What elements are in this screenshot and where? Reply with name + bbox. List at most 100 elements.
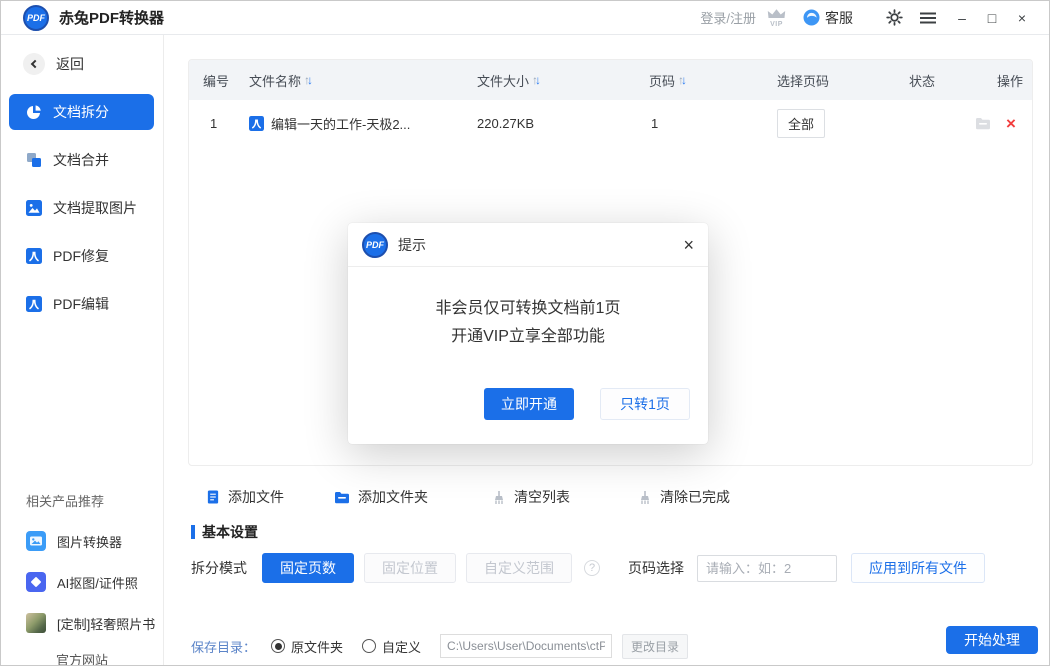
add-folder-button[interactable]: 添加文件夹 <box>334 487 428 507</box>
product-image-converter[interactable]: 图片转换器 <box>26 531 163 551</box>
photo-book-icon <box>26 613 46 633</box>
radio-original-folder[interactable]: 原文件夹 <box>271 637 343 656</box>
column-header-pages[interactable]: 页码 ↑↓ <box>649 71 777 90</box>
add-file-button[interactable]: 添加文件 <box>206 487 284 507</box>
apply-to-all-button[interactable]: 应用到所有文件 <box>851 553 985 583</box>
basic-settings-header: 基本设置 <box>191 522 258 542</box>
minimize-button[interactable]: – <box>947 3 977 33</box>
add-folder-label: 添加文件夹 <box>358 487 428 507</box>
radio-unchecked-icon <box>362 639 376 653</box>
login-register-link[interactable]: 登录/注册 <box>700 8 756 27</box>
row-pages: 1 <box>649 116 777 131</box>
official-site-link[interactable]: 官方网站 <box>1 650 163 666</box>
crown-icon <box>766 8 787 20</box>
table-row: 1 编辑一天的工作-天极2... 220.27KB 1 全部 <box>189 100 1032 146</box>
help-icon[interactable]: ? <box>584 560 600 576</box>
dialog-message-line2: 开通VIP立享全部功能 <box>348 323 708 351</box>
sidebar-item-label: PDF编辑 <box>53 294 109 314</box>
page-number-input[interactable] <box>697 555 837 582</box>
add-file-label: 添加文件 <box>228 487 284 507</box>
sidebar-item-label: 文档合并 <box>53 150 109 170</box>
avatar-icon <box>803 9 820 26</box>
broom-icon <box>492 490 506 505</box>
row-filename: 编辑一天的工作-天极2... <box>249 114 477 133</box>
sort-icon[interactable]: ↑↓ <box>304 74 313 86</box>
file-toolbar: 添加文件 添加文件夹 清空列表 <box>206 487 730 507</box>
save-directory-row: 保存目录： 原文件夹 自定义 更改目录 <box>191 633 688 659</box>
related-products-header: 相关产品推荐 <box>26 491 163 510</box>
column-header-actions: 操作 <box>997 71 1032 90</box>
column-header-page-select: 选择页码 <box>777 71 909 90</box>
clear-finished-button[interactable]: 清除已完成 <box>638 487 730 507</box>
sidebar-item-label: PDF修复 <box>53 246 109 266</box>
convert-one-page-button[interactable]: 只转1页 <box>600 388 690 420</box>
vip-label: VIP <box>770 21 783 28</box>
dialog-header: PDF 提示 × <box>348 223 708 267</box>
app-window: PDF 赤兔PDF转换器 登录/注册 VIP 客服 <box>0 0 1050 666</box>
column-header-filesize[interactable]: 文件大小 ↑↓ <box>477 71 649 90</box>
split-mode-label: 拆分模式 <box>191 558 247 578</box>
back-arrow-icon <box>23 53 45 75</box>
delete-file-icon[interactable]: × <box>1006 115 1016 132</box>
clear-finished-label: 清除已完成 <box>660 487 730 507</box>
sidebar: 返回 文档拆分 文档合并 <box>1 35 164 665</box>
related-products: 相关产品推荐 图片转换器 AI抠图/证件照 [定制]轻奢照片 <box>1 491 163 666</box>
product-photo-book[interactable]: [定制]轻奢照片书 <box>26 613 163 633</box>
add-folder-icon <box>334 491 350 504</box>
dialog-title: 提示 <box>398 235 426 255</box>
pie-chart-icon <box>26 104 42 120</box>
mode-fixed-pages-button[interactable]: 固定页数 <box>262 553 354 583</box>
merge-squares-icon <box>26 152 42 168</box>
broom-icon <box>638 490 652 505</box>
sidebar-nav: 文档拆分 文档合并 文档提取图片 <box>1 94 163 322</box>
sidebar-item-doc-merge[interactable]: 文档合并 <box>9 142 154 178</box>
sidebar-item-pdf-repair[interactable]: PDF修复 <box>9 238 154 274</box>
dialog-message: 非会员仅可转换文档前1页 开通VIP立享全部功能 <box>348 295 708 351</box>
table-header-row: 编号 文件名称 ↑↓ 文件大小 ↑↓ 页码 ↑↓ 选择页码 状态 操作 <box>189 60 1032 100</box>
mode-fixed-position-button[interactable]: 固定位置 <box>364 553 456 583</box>
add-file-icon <box>206 489 220 505</box>
radio-original-label: 原文件夹 <box>291 637 343 656</box>
product-label: AI抠图/证件照 <box>57 573 138 592</box>
open-folder-icon[interactable] <box>975 117 991 130</box>
save-path-input[interactable] <box>440 634 612 658</box>
sidebar-item-pdf-edit[interactable]: PDF编辑 <box>9 286 154 322</box>
start-processing-button[interactable]: 开始处理 <box>946 626 1038 654</box>
sidebar-item-label: 文档提取图片 <box>53 198 137 218</box>
radio-checked-icon <box>271 639 285 653</box>
dialog-buttons: 立即开通 只转1页 <box>484 388 690 420</box>
image-icon <box>26 200 42 216</box>
maximize-button[interactable]: □ <box>977 3 1007 33</box>
vip-button[interactable]: VIP <box>766 8 787 28</box>
product-ai-matting[interactable]: AI抠图/证件照 <box>26 572 163 592</box>
close-window-button[interactable]: × <box>1007 3 1037 33</box>
sidebar-item-doc-split[interactable]: 文档拆分 <box>9 94 154 130</box>
back-button[interactable]: 返回 <box>23 53 163 75</box>
clear-list-button[interactable]: 清空列表 <box>492 487 570 507</box>
radio-custom-folder[interactable]: 自定义 <box>362 637 421 656</box>
open-vip-button[interactable]: 立即开通 <box>484 388 574 420</box>
sidebar-item-label: 文档拆分 <box>53 102 109 122</box>
customer-service-label: 客服 <box>825 8 853 28</box>
clear-list-label: 清空列表 <box>514 487 570 507</box>
section-marker <box>191 525 195 539</box>
page-range-select[interactable]: 全部 <box>777 109 825 138</box>
back-label: 返回 <box>56 54 84 74</box>
dialog-close-icon[interactable]: × <box>683 236 694 254</box>
pdf-file-icon <box>26 296 42 312</box>
column-header-filename[interactable]: 文件名称 ↑↓ <box>249 71 477 90</box>
app-logo-icon: PDF <box>23 5 49 31</box>
sort-icon[interactable]: ↑↓ <box>532 74 541 86</box>
main-menu-button[interactable] <box>913 3 943 33</box>
settings-gear-button[interactable] <box>879 3 909 33</box>
mode-custom-range-button[interactable]: 自定义范围 <box>466 553 572 583</box>
product-label: 图片转换器 <box>57 532 122 551</box>
image-converter-icon <box>26 531 46 551</box>
app-title: 赤兔PDF转换器 <box>59 7 164 28</box>
split-mode-row: 拆分模式 固定页数 固定位置 自定义范围 ? 页码选择 应用到所有文件 <box>191 553 985 583</box>
customer-service-button[interactable]: 客服 <box>803 8 853 28</box>
sort-icon[interactable]: ↑↓ <box>678 74 687 86</box>
column-header-status: 状态 <box>909 71 997 90</box>
sidebar-item-extract-images[interactable]: 文档提取图片 <box>9 190 154 226</box>
change-directory-button[interactable]: 更改目录 <box>622 634 688 659</box>
